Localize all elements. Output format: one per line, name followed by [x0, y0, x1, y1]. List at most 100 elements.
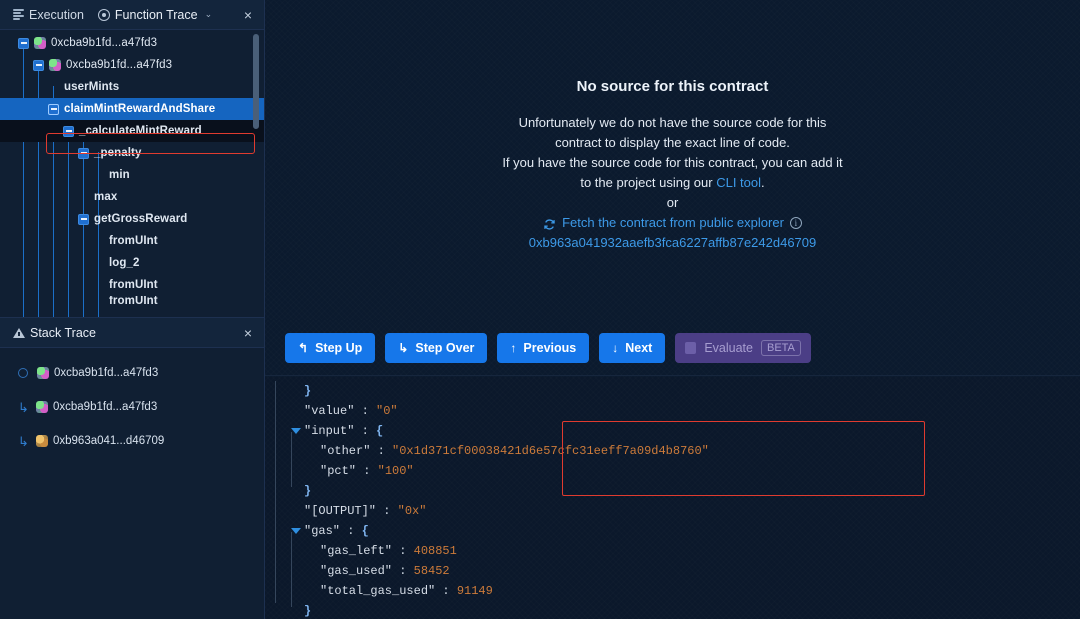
previous-button[interactable]: ↑ Previous [497, 332, 590, 363]
json-block-guide [291, 532, 292, 607]
stack-trace-panel: Stack Trace × 0xcba9b1fd...a47fd3 ↳ 0xcba9… [0, 317, 264, 619]
tab-execution[interactable]: Execution [6, 0, 91, 30]
stack-trace-row[interactable]: 0xcba9b1fd...a47fd3 [0, 356, 264, 390]
no-source-line-4-pre: to the project using our [580, 175, 717, 190]
chevron-down-icon[interactable]: ⌄ [205, 9, 213, 20]
json-token: 408851 [413, 544, 457, 558]
evaluate-label: Evaluate [704, 340, 753, 355]
contract-avatar [37, 367, 49, 379]
tree-node[interactable]: _calculateMintReward [0, 120, 264, 142]
step-up-button[interactable]: ↰ Step Up [285, 332, 376, 363]
json-token: : [392, 564, 414, 578]
tree-node-label: min [109, 169, 130, 181]
contract-avatar [36, 401, 48, 413]
no-source-line-4-post: . [761, 175, 765, 190]
json-token: } [304, 384, 312, 398]
json-line: } [265, 381, 1080, 401]
previous-label: Previous [523, 340, 577, 355]
tree-scrollbar-track[interactable] [253, 30, 262, 317]
stack-trace-row-label: 0xcba9b1fd...a47fd3 [54, 367, 159, 379]
json-token: 91149 [456, 584, 493, 598]
json-token: : [370, 444, 393, 458]
tree-node-label: fromUInt [109, 235, 158, 247]
json-output-viewer[interactable]: } "value" : "0" "input" : {"other" : "0x1d… [265, 377, 1080, 619]
tree-node-label: log_2 [109, 257, 140, 269]
step-up-icon: ↰ [298, 340, 309, 355]
tree-collapse-icon[interactable] [63, 125, 74, 137]
tree-node[interactable]: getGrossReward [0, 208, 264, 230]
warning-icon [13, 327, 25, 338]
evaluate-button[interactable]: Evaluate BETA [675, 332, 811, 363]
function-trace-panel-header: Execution Function Trace ⌄ × [0, 0, 264, 30]
tree-collapse-icon[interactable] [33, 59, 44, 71]
left-sidebar: Execution Function Trace ⌄ × 0xcba9b1fd.… [0, 0, 265, 619]
tree-node-label: 0xcba9b1fd...a47fd3 [51, 37, 158, 49]
contract-address-link[interactable]: 0xb963a041932aaefb3fca6227affb87e242d467… [529, 233, 817, 253]
stack-trace-close-icon[interactable]: × [238, 323, 258, 343]
tree-node[interactable]: max [0, 186, 264, 208]
tree-collapse-icon[interactable] [78, 147, 89, 159]
json-collapse-caret-icon[interactable] [291, 528, 301, 534]
tree-node[interactable]: _penalty [0, 142, 264, 164]
calculator-icon [685, 341, 697, 354]
next-button[interactable]: ↓ Next [599, 332, 666, 363]
no-source-title: No source for this contract [576, 78, 769, 95]
tree-collapse-icon[interactable] [18, 37, 29, 49]
tree-node[interactable]: log_2 [0, 252, 264, 274]
function-trace-tree-container: 0xcba9b1fd...a47fd3 0xcba9b1fd...a47fd3 us… [0, 30, 264, 317]
no-source-message: No source for this contract Unfortunatel… [265, 0, 1080, 320]
tree-node[interactable]: fromUInt [0, 274, 264, 296]
stack-trace-list: 0xcba9b1fd...a47fd3 ↳ 0xcba9b1fd...a47fd3 ↳… [0, 348, 264, 458]
json-token: : [354, 424, 377, 438]
stack-trace-row[interactable]: ↳ 0xcba9b1fd...a47fd3 [0, 390, 264, 424]
tree-collapse-icon[interactable] [48, 103, 59, 115]
tree-node[interactable]: fromUInt [0, 296, 264, 306]
stack-trace-title: Stack Trace [30, 325, 96, 340]
no-source-line-1: Unfortunately we do not have the source … [518, 115, 827, 130]
tree-node[interactable]: userMints [0, 76, 264, 98]
beta-badge: BETA [760, 339, 801, 356]
debugger-window: Execution Function Trace ⌄ × 0xcba9b1fd.… [0, 0, 1080, 619]
json-token: "100" [377, 464, 414, 478]
tree-node[interactable]: claimMintRewardAndShare [0, 98, 264, 120]
json-line: "gas_used" : 58452 [265, 561, 1080, 581]
tree-node[interactable]: 0xcba9b1fd...a47fd3 [0, 54, 264, 76]
tree-node-label: _calculateMintReward [79, 125, 202, 137]
json-token: : [435, 584, 457, 598]
json-line: "[OUTPUT]" : "0x" [265, 501, 1080, 521]
step-over-button[interactable]: ↳ Step Over [385, 332, 488, 363]
step-up-label: Step Up [315, 340, 363, 355]
tab-function-trace-label: Function Trace [114, 7, 198, 22]
arrow-down-icon: ↓ [612, 340, 619, 355]
json-token: "gas" [304, 524, 341, 538]
info-icon[interactable]: i [789, 217, 802, 229]
tree-node[interactable]: fromUInt [0, 230, 264, 252]
tree-scrollbar-thumb[interactable] [253, 34, 259, 129]
cli-tool-link[interactable]: CLI tool [716, 175, 761, 190]
no-source-line-4: to the project using our CLI tool. [580, 173, 764, 193]
tab-execution-label: Execution [29, 7, 84, 22]
no-source-line-2: contract to display the exact line of co… [555, 135, 790, 150]
json-token: "value" [304, 404, 355, 418]
json-token: "total_gas_used" [320, 584, 436, 598]
close-icon[interactable]: × [238, 5, 258, 25]
main-area: No source for this contract Unfortunatel… [265, 0, 1080, 619]
tab-function-trace[interactable]: Function Trace ⌄ [91, 0, 219, 30]
contract-avatar [36, 435, 48, 447]
json-block-guide [275, 381, 276, 603]
json-token: : [340, 524, 362, 538]
json-line: "gas" : { [265, 521, 1080, 541]
fetch-contract-link[interactable]: Fetch the contract from public explorer … [543, 213, 802, 233]
tree-collapse-icon[interactable] [78, 213, 89, 225]
tree-node[interactable]: min [0, 164, 264, 186]
json-collapse-caret-icon[interactable] [291, 428, 301, 434]
tree-node-label: 0xcba9b1fd...a47fd3 [66, 59, 173, 71]
stack-trace-row-label: 0xb963a041...d46709 [53, 435, 165, 447]
stack-trace-row[interactable]: ↳ 0xb963a041...d46709 [0, 424, 264, 458]
json-line: "value" : "0" [265, 401, 1080, 421]
tree-node-label: max [94, 191, 118, 203]
contract-avatar [34, 37, 46, 49]
tree-node[interactable]: 0xcba9b1fd...a47fd3 [0, 32, 264, 54]
json-token: : [354, 404, 377, 418]
refresh-icon [543, 217, 556, 230]
